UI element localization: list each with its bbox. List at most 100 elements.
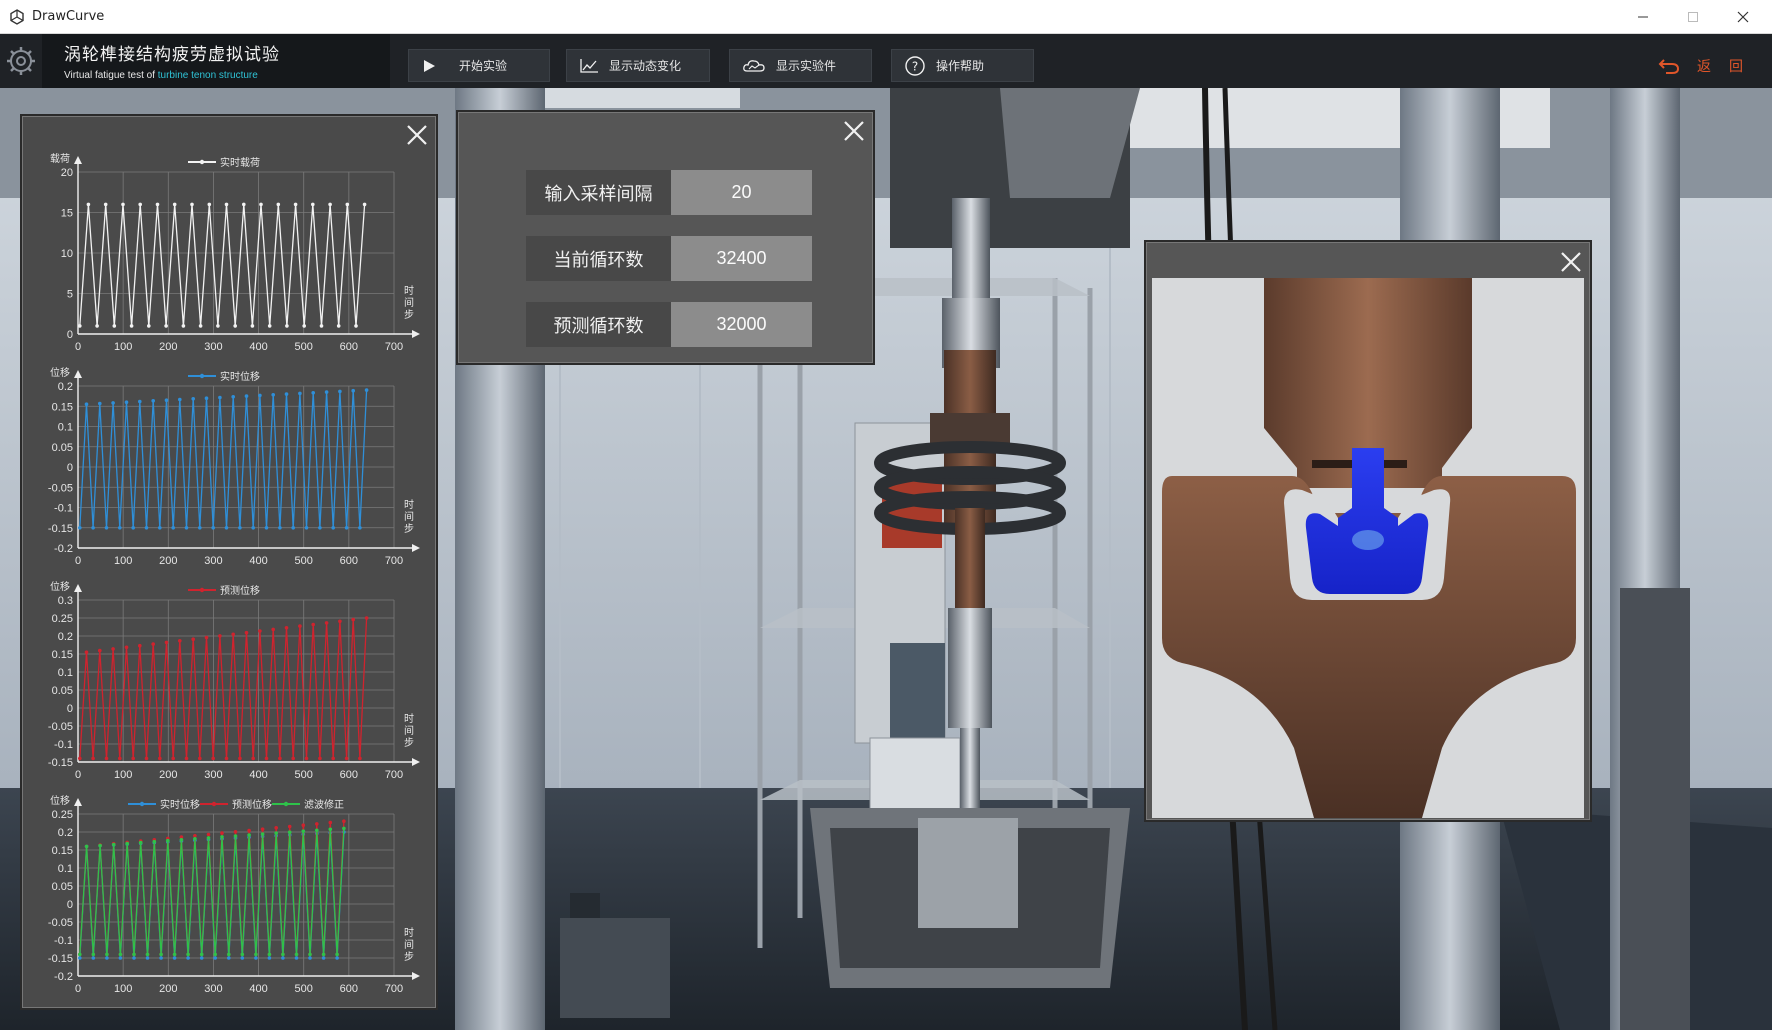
chart-3-legend-marker-2	[283, 801, 289, 807]
chart-0-series-0-point-32	[354, 324, 358, 328]
chart-2-series-0-point-28	[264, 756, 269, 761]
chart-0-xlabel-char-0: 时	[404, 285, 414, 297]
chart-0-series-0-point-24	[285, 324, 289, 328]
chart-3-series-0-point-30	[281, 956, 285, 960]
home-button[interactable]: 回	[1724, 54, 1748, 78]
chart-0-series-0-point-30	[336, 324, 341, 328]
chart-1-series-0-point-8	[131, 526, 135, 530]
line-chart-icon	[580, 58, 598, 73]
chart-1-xtick-0: 0	[75, 555, 81, 567]
sampling-interval-row: 输入采样间隔 20	[526, 170, 812, 215]
chart-3-xlabel-char-1: 间	[404, 938, 414, 951]
chart-2-series-0-point-34	[304, 756, 309, 761]
chart-2-series-0-point-5	[111, 647, 115, 651]
chart-2-series-0-point-25	[244, 630, 249, 635]
chart-2-series-0-point-27	[258, 629, 262, 633]
chart-1-series-0-point-23	[231, 395, 235, 399]
chart-3-series-2-point-3	[98, 843, 102, 848]
chart-2-series-0-point-40	[344, 756, 349, 761]
curve-panel-close-button[interactable]	[402, 120, 432, 150]
chart-0-series-0-point-25	[293, 202, 298, 207]
chart-3-series-2-point-20	[213, 952, 217, 957]
chart-2-series-0-point-38	[331, 756, 336, 761]
chart-3-series-0-point-10	[145, 956, 150, 960]
chart-2-series-0-point-4	[104, 756, 109, 761]
chart-3-xtick-1: 100	[114, 983, 132, 995]
chart-1-xlabel-char-1: 间	[404, 510, 414, 523]
chart-3-series-1-point-35	[315, 822, 319, 826]
chart-3-ytick-8: 0.2	[58, 827, 73, 839]
chart-0-ytick-0: 0	[67, 329, 73, 341]
chart-3-series-0-point-32	[294, 956, 299, 960]
chart-2-xtick-6: 600	[340, 769, 358, 781]
chart-3-series-2-point-19	[206, 836, 211, 840]
chart-0-xlabel-char-2: 步	[404, 309, 414, 321]
chart-0-xtick-7: 700	[385, 341, 403, 353]
chart-1-series-0-point-14	[171, 526, 175, 530]
chart-1-xlabel-char-2: 步	[404, 523, 414, 535]
chart-2-series-0-point-0	[78, 756, 82, 761]
chart-0-series-0-point-23	[276, 202, 281, 207]
app-title-block: 涡轮榫接结构疲劳虚拟试验 Virtual fatigue test of tur…	[42, 34, 390, 88]
app-header: 涡轮榫接结构疲劳虚拟试验 Virtual fatigue test of tur…	[0, 34, 1772, 88]
show-specimen-button[interactable]: 显示实验件	[729, 49, 872, 82]
chart-3-series-2-point-22	[227, 952, 231, 957]
chart-1-ytick-0: -0.2	[54, 543, 73, 555]
chart-3-series-2-point-11	[152, 839, 157, 844]
undo-button[interactable]	[1655, 54, 1683, 78]
sampling-interval-label: 输入采样间隔	[526, 170, 671, 215]
chart-0-series-0-point-4	[112, 324, 117, 328]
chart-1-series-0-point-24	[238, 526, 242, 530]
chart-1-series-0-point-6	[118, 526, 122, 530]
chart-0-series-0-point-0	[78, 324, 82, 328]
chart-0-series-0-point-10	[164, 324, 168, 328]
close-icon	[1561, 252, 1581, 272]
chart-2-legend-label-0: 预测位移	[220, 584, 260, 597]
minimize-button[interactable]	[1620, 0, 1666, 34]
chart-3-series-0-point-20	[213, 956, 217, 960]
chart-3-series-1-point-21	[220, 831, 224, 835]
chart-2-xlabel-char-0: 时	[404, 713, 414, 725]
help-button[interactable]: ? 操作帮助	[891, 49, 1034, 82]
chart-3-legend-marker-0	[139, 801, 145, 807]
maximize-button[interactable]	[1670, 0, 1716, 34]
chart-1-series-0-point-31	[284, 392, 289, 396]
chart-1-ytick-2: -0.1	[54, 503, 73, 515]
chart-0-series-0-point-13	[190, 202, 194, 207]
chart-3-series-2-point-21	[220, 835, 224, 839]
chart-0-legend-marker-0	[199, 159, 205, 165]
show-dynamic-button[interactable]: 显示动态变化	[566, 49, 710, 82]
chart-3-series-0-point-6	[118, 956, 123, 960]
chart-1-series-0-point-39	[338, 389, 342, 394]
chart-0-y-arrow	[74, 156, 82, 164]
chart-3-series-0-point-18	[199, 956, 204, 960]
chart-1-ytick-5: 0.05	[52, 442, 73, 454]
detail-panel-close-button[interactable]	[1556, 247, 1586, 277]
back-button[interactable]: 返	[1692, 54, 1716, 78]
chart-1-series-0-point-17	[191, 397, 195, 401]
chart-1-ytick-8: 0.2	[58, 381, 73, 393]
chart-0-ytick-2: 10	[61, 248, 73, 260]
close-window-button[interactable]	[1720, 0, 1766, 34]
info-panel-close-button[interactable]	[839, 116, 869, 146]
chart-0-series-0-line	[79, 204, 366, 326]
window-title: DrawCurve	[32, 9, 105, 24]
curve-charts: 051015200 100 200 300 400 500 600 700载荷时间步实时载荷-…	[48, 153, 420, 995]
chart-0-series-0-point-29	[328, 202, 332, 207]
chart-3-legend-label-0: 实时位移	[160, 798, 200, 811]
chart-2-series-0-point-14	[171, 756, 175, 761]
chart-0-series-0-point-9	[155, 202, 160, 207]
chart-2-series-0-point-26	[251, 756, 255, 761]
chart-1-series-0-point-7	[124, 400, 129, 404]
chart-1-xtick-1: 100	[114, 555, 132, 567]
start-experiment-button[interactable]: 开始实验	[408, 49, 550, 82]
tenon-specimen-view[interactable]	[1152, 278, 1584, 818]
sampling-interval-input[interactable]: 20	[671, 170, 812, 215]
chart-1-xtick-2: 200	[159, 555, 177, 567]
chart-3-series-2-point-8	[132, 952, 136, 957]
gear-logo-icon	[7, 47, 35, 75]
chart-1-ylabel: 位移	[50, 366, 70, 379]
chart-3-ytick-4: 0	[67, 899, 73, 911]
chart-0-legend-label-0: 实时载荷	[220, 156, 260, 169]
chart-2-series-0-point-42	[358, 756, 362, 761]
